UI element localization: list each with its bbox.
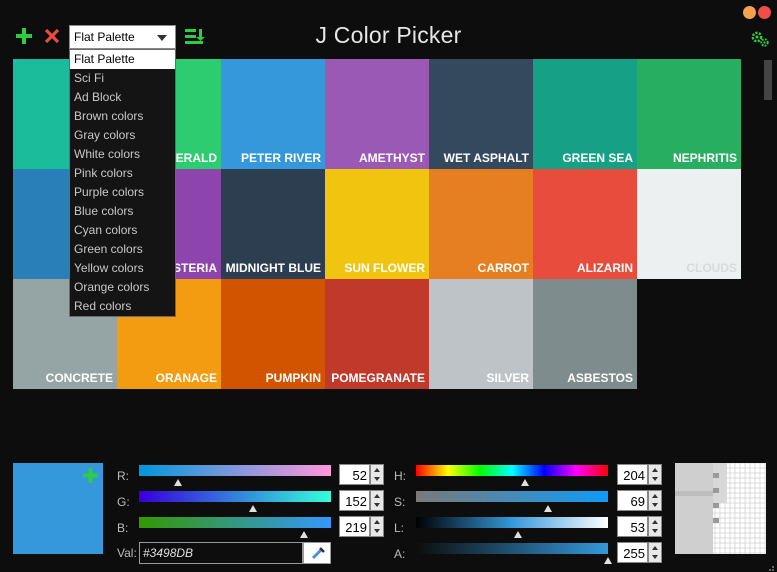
s-label: S:	[394, 495, 406, 509]
h-label: H:	[394, 469, 406, 483]
color-tile[interactable]: PUMPKIN	[221, 279, 325, 389]
hex-value-input[interactable]: #3498DB	[139, 542, 303, 564]
g-slider[interactable]	[139, 491, 331, 512]
color-tile-label: WET ASPHALT	[443, 151, 529, 165]
a-label: A:	[394, 547, 406, 561]
b-spinner[interactable]	[370, 516, 384, 537]
palette-option[interactable]: Blue colors	[70, 202, 175, 221]
g-value[interactable]: 152	[339, 490, 370, 511]
palette-option[interactable]: Ad Block	[70, 88, 175, 107]
h-spinner[interactable]	[648, 464, 662, 485]
h-slider-thumb[interactable]	[520, 479, 529, 486]
color-tile-label: CARROT	[477, 261, 529, 275]
color-tile-label: ASBESTOS	[567, 371, 633, 385]
color-tile[interactable]: ALIZARIN	[533, 169, 637, 279]
r-label: R:	[117, 469, 129, 483]
color-tile[interactable]: WET ASPHALT	[429, 59, 533, 169]
color-tile-label: PUMPKIN	[265, 371, 321, 385]
magnifier-preview	[675, 463, 766, 554]
color-tile-label: NEPHRITIS	[672, 151, 737, 165]
palette-option[interactable]: White colors	[70, 145, 175, 164]
color-tile-label: MIDNIGHT BLUE	[225, 261, 321, 275]
palette-option[interactable]: Green colors	[70, 240, 175, 259]
color-tile-label: PETER RIVER	[240, 151, 321, 165]
s-slider-thumb[interactable]	[544, 505, 553, 512]
gears-icon	[751, 31, 769, 47]
b-value[interactable]: 219	[339, 516, 370, 537]
palette-option[interactable]: Purple colors	[70, 183, 175, 202]
a-slider-thumb[interactable]	[604, 557, 612, 564]
color-tile[interactable]: PETER RIVER	[221, 59, 325, 169]
palette-dropdown-list: Flat Palette Sci Fi Ad Block Brown colors Gr…	[69, 49, 176, 317]
color-tile-label: ORANAGE	[155, 371, 217, 385]
b-slider-thumb[interactable]	[299, 531, 308, 538]
r-slider[interactable]	[139, 465, 331, 486]
h-value[interactable]: 204	[617, 464, 648, 485]
color-tile[interactable]: SUN FLOWER	[325, 169, 429, 279]
a-value[interactable]: 255	[617, 542, 648, 563]
close-window-button[interactable]	[758, 6, 771, 19]
palette-option[interactable]: Brown colors	[70, 107, 175, 126]
g-label: G:	[117, 495, 130, 509]
g-slider-thumb[interactable]	[249, 505, 258, 512]
resize-grip-icon[interactable]	[765, 560, 775, 571]
settings-button[interactable]	[750, 30, 770, 48]
current-color-swatch	[13, 463, 103, 554]
s-value[interactable]: 69	[617, 490, 648, 511]
val-label: Val:	[117, 546, 137, 560]
s-spinner[interactable]	[648, 490, 662, 511]
color-tile-label: STERIA	[172, 261, 217, 275]
color-tile[interactable]: AMETHYST	[325, 59, 429, 169]
l-label: L:	[394, 521, 405, 535]
l-value[interactable]: 53	[617, 516, 648, 537]
eyedropper-button[interactable]	[303, 542, 331, 564]
color-tile-label: POMEGRANATE	[331, 371, 425, 385]
vertical-scrollbar[interactable]	[764, 60, 772, 100]
color-tile[interactable]: CARROT	[429, 169, 533, 279]
minimize-button[interactable]	[743, 6, 756, 19]
color-tile-label: AMETHYST	[359, 151, 425, 165]
eyedropper-icon	[311, 547, 325, 560]
palette-option[interactable]: Gray colors	[70, 126, 175, 145]
palette-option[interactable]: Red colors	[70, 297, 175, 316]
r-spinner[interactable]	[370, 464, 384, 485]
color-tile[interactable]: MIDNIGHT BLUE	[221, 169, 325, 279]
add-to-palette-button[interactable]	[83, 468, 98, 487]
color-tile-label: SILVER	[486, 371, 529, 385]
palette-option[interactable]: Cyan colors	[70, 221, 175, 240]
r-value[interactable]: 52	[339, 464, 370, 485]
plus-icon	[83, 468, 98, 483]
l-slider-thumb[interactable]	[513, 531, 522, 538]
color-tile[interactable]: NEPHRITIS	[637, 59, 741, 169]
palette-option[interactable]: Flat Palette	[70, 50, 175, 69]
color-tile[interactable]: ASBESTOS	[533, 279, 637, 389]
l-slider[interactable]	[416, 517, 608, 538]
palette-option[interactable]: Pink colors	[70, 164, 175, 183]
a-spinner[interactable]	[648, 542, 662, 563]
palette-option[interactable]: Orange colors	[70, 278, 175, 297]
r-slider-thumb[interactable]	[174, 479, 183, 486]
color-tile-label: GREEN SEA	[562, 151, 633, 165]
color-tile-label: CLOUDS	[686, 261, 737, 275]
b-slider[interactable]	[139, 517, 331, 538]
color-tile[interactable]: GREEN SEA	[533, 59, 637, 169]
h-slider[interactable]	[416, 465, 608, 486]
color-tile[interactable]: SILVER	[429, 279, 533, 389]
pixel-grid	[675, 463, 766, 554]
color-tile[interactable]: CLOUDS	[637, 169, 741, 279]
a-slider[interactable]	[416, 543, 612, 564]
b-label: B:	[117, 521, 129, 535]
color-tile[interactable]: POMEGRANATE	[325, 279, 429, 389]
s-slider[interactable]	[416, 491, 608, 512]
palette-option[interactable]: Yellow colors	[70, 259, 175, 278]
palette-option[interactable]: Sci Fi	[70, 69, 175, 88]
color-tile-label: CONCRETE	[45, 371, 113, 385]
color-tile-label: ALIZARIN	[577, 261, 633, 275]
g-spinner[interactable]	[370, 490, 384, 511]
app-title: J Color Picker	[315, 22, 462, 48]
l-spinner[interactable]	[648, 516, 662, 537]
color-tile-label: SUN FLOWER	[344, 261, 425, 275]
